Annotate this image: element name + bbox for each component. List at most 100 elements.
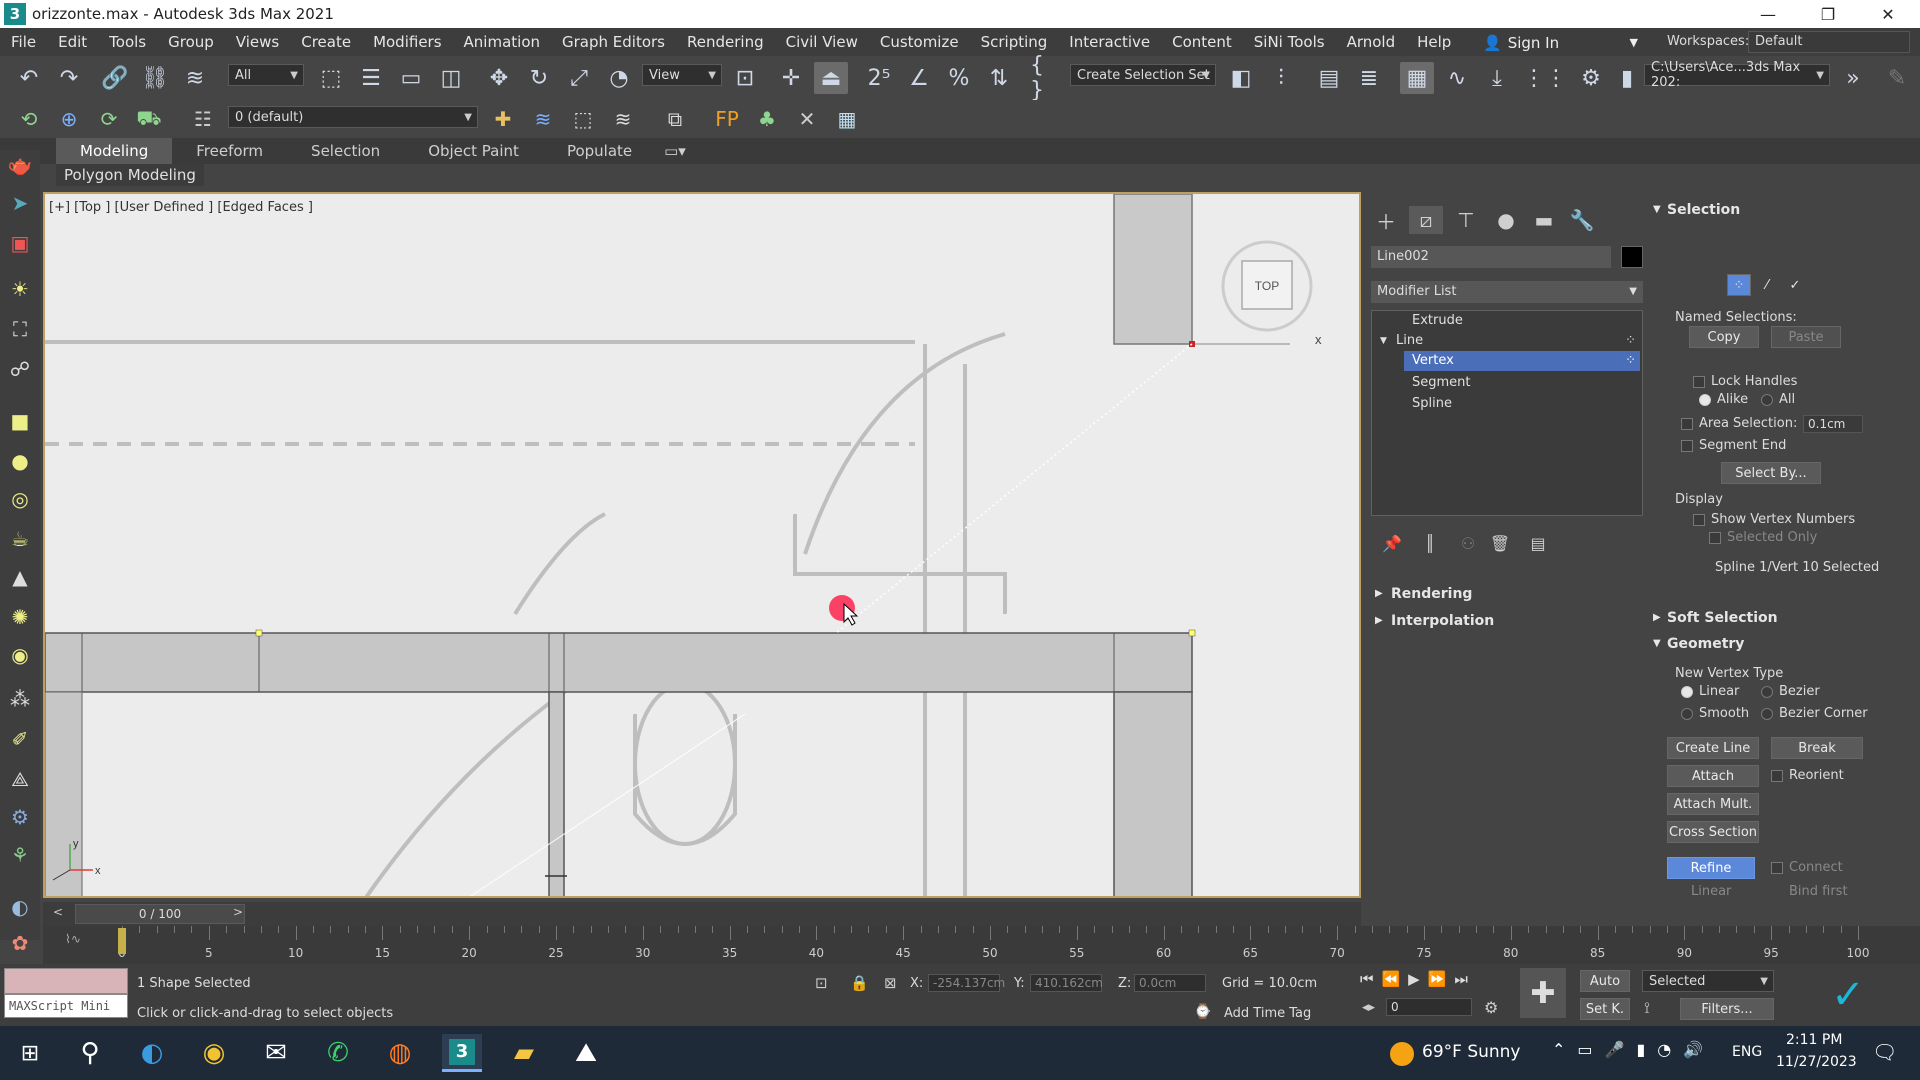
isolate-icon[interactable]: ⊡ xyxy=(815,974,828,992)
fp-icon[interactable]: FP xyxy=(710,104,744,134)
menu-rendering[interactable]: Rendering xyxy=(676,33,775,51)
ribbon-tab-object-paint[interactable]: Object Paint xyxy=(404,138,543,164)
layer-explorer-icon[interactable]: ≣ xyxy=(1352,62,1386,94)
menu-views[interactable]: Views xyxy=(225,33,290,51)
cone-icon[interactable]: ▲ xyxy=(4,562,36,592)
edge-icon[interactable]: ◐ xyxy=(132,1034,172,1072)
select-object-icon[interactable]: ⬚ xyxy=(314,62,348,94)
wall-right[interactable] xyxy=(1113,691,1193,898)
set-key-button[interactable]: Set K. xyxy=(1580,998,1630,1020)
search-icon[interactable]: ⚲ xyxy=(70,1034,110,1072)
close-button[interactable]: ✕ xyxy=(1860,0,1916,28)
area-selection-checkbox[interactable] xyxy=(1681,418,1693,430)
sketch-icon[interactable]: ✎ xyxy=(1880,62,1914,94)
menu-modifiers[interactable]: Modifiers xyxy=(362,33,452,51)
configure-sets-icon[interactable]: ▤ xyxy=(1521,529,1555,557)
spline-mode-button[interactable]: ✓ xyxy=(1783,274,1807,296)
ribbon-tab-modeling[interactable]: Modeling xyxy=(56,138,173,164)
track-bar[interactable]: ⌇∿ 0510152025303540455055606570758085909… xyxy=(43,926,1920,964)
chrome-icon[interactable]: ◉ xyxy=(194,1034,234,1072)
set-key-big-icon[interactable]: ✚ xyxy=(1520,968,1566,1018)
display-tab-icon[interactable]: ▬ xyxy=(1527,206,1561,234)
key-filter-dropdown[interactable]: Selected ▼ xyxy=(1642,970,1774,992)
segment-end-checkbox[interactable] xyxy=(1681,440,1693,452)
tools-icon[interactable]: ✕ xyxy=(790,104,824,134)
z-coord-field[interactable]: 0.0cm xyxy=(1134,974,1206,992)
time-slider-thumb[interactable]: 0 / 100 xyxy=(75,904,245,924)
lock-icon[interactable]: 🔒 xyxy=(850,974,869,992)
undo-icon[interactable]: ↶ xyxy=(12,62,46,94)
make-unique-icon[interactable]: ⚇ xyxy=(1451,529,1485,557)
palette-icon[interactable]: ✿ xyxy=(4,928,36,958)
alike-radio[interactable] xyxy=(1699,394,1711,406)
menu-animation[interactable]: Animation xyxy=(453,33,551,51)
ribbon-tab-selection[interactable]: Selection xyxy=(287,138,404,164)
wall-middle[interactable] xyxy=(548,691,565,898)
spinner-snap-icon[interactable]: ⇅ xyxy=(982,62,1016,94)
copy-button[interactable]: Copy xyxy=(1689,326,1759,348)
menu-edit[interactable]: Edit xyxy=(47,33,98,51)
stack-item-segment[interactable]: Segment xyxy=(1372,373,1642,393)
layer-properties-icon[interactable]: ≋ xyxy=(606,104,640,134)
layers-icon[interactable]: ☷ xyxy=(186,104,220,134)
grass-icon[interactable]: ⚘ xyxy=(4,840,36,870)
weather-text[interactable]: 69°F Sunny xyxy=(1422,1042,1521,1062)
cameras-icon[interactable]: ⛶ xyxy=(4,314,36,344)
time-config-icon[interactable]: ⚙ xyxy=(1484,998,1498,1017)
create-layer-icon[interactable]: ✚ xyxy=(486,104,520,134)
absolute-mode-icon[interactable]: ⊠ xyxy=(884,974,897,992)
connect-checkbox[interactable] xyxy=(1771,862,1783,874)
selection-rollout-header[interactable]: ▼ Selection xyxy=(1651,198,1909,222)
clock-date[interactable]: 11/27/2023 xyxy=(1776,1054,1857,1070)
interpolation-rollout[interactable]: ▶ Interpolation xyxy=(1371,609,1643,633)
bone-icon[interactable]: ⟁ xyxy=(4,764,36,794)
select-by-name-icon[interactable]: ☰ xyxy=(354,62,388,94)
playback-controls[interactable]: ⏮⏪▶⏩⏭ xyxy=(1360,970,1476,988)
ribbon-toggle-icon[interactable]: ▦ xyxy=(1400,62,1434,94)
civil-view-icon[interactable]: ⟲ xyxy=(12,104,46,134)
camera-icon[interactable]: ▣ xyxy=(4,228,36,258)
batch-icon[interactable]: ⛟ xyxy=(132,104,166,134)
select-layer-icon[interactable]: ⬚ xyxy=(566,104,600,134)
timeline-current-frame[interactable] xyxy=(118,928,126,954)
vertex-mode-button[interactable]: ⁘ xyxy=(1727,274,1751,296)
object-name-field[interactable]: Line002 xyxy=(1371,246,1611,268)
bezier-corner-radio[interactable] xyxy=(1761,708,1773,720)
current-frame-field[interactable]: 0 xyxy=(1386,998,1472,1016)
linear-radio[interactable] xyxy=(1681,686,1693,698)
selection-filter-dropdown[interactable]: All ▼ xyxy=(228,64,304,86)
ribbon-tab-freeform[interactable]: Freeform xyxy=(172,138,287,164)
move-icon[interactable]: ✥ xyxy=(482,62,516,94)
prev-frame-arrow-icon[interactable]: < xyxy=(53,905,63,919)
notifications-icon[interactable]: 🗨 xyxy=(1872,1040,1897,1064)
3dsmax-taskbar-icon[interactable]: 3 xyxy=(442,1034,482,1072)
select-manipulate-icon[interactable]: ✛ xyxy=(774,62,808,94)
curve-editor-mini-icon[interactable]: ⌇∿ xyxy=(65,932,81,946)
dope-sheet-icon[interactable]: ⤓ xyxy=(1480,62,1514,94)
minimize-button[interactable]: — xyxy=(1740,0,1796,28)
soft-selection-rollout-header[interactable]: ▶ Soft Selection xyxy=(1651,606,1909,630)
gear-icon[interactable]: ⚙ xyxy=(4,802,36,832)
align-icon[interactable]: ⫶ xyxy=(1264,62,1298,94)
workspace-dropdown[interactable]: Default xyxy=(1748,31,1910,53)
maximize-button[interactable]: ❐ xyxy=(1800,0,1856,28)
menu-interactive[interactable]: Interactive xyxy=(1058,33,1161,51)
menu-civil-view[interactable]: Civil View xyxy=(775,33,869,51)
show-end-result-icon[interactable]: ║ xyxy=(1413,529,1447,557)
curve-editor-icon[interactable]: ∿ xyxy=(1440,62,1474,94)
stack-item-line[interactable]: ▼ Line ⁘ xyxy=(1372,331,1642,351)
asset-icon[interactable]: ⟳ xyxy=(92,104,126,134)
refine-button[interactable]: Refine xyxy=(1667,857,1755,879)
angle-snap-icon[interactable]: ∠ xyxy=(902,62,936,94)
time-slider-bar[interactable]: < 0 / 100 > xyxy=(43,902,1361,926)
material-icon[interactable]: ◐ xyxy=(4,892,36,922)
segment-mode-button[interactable]: ⁄ xyxy=(1755,274,1779,296)
windows-start-icon[interactable]: ⊞ xyxy=(10,1034,50,1072)
scene-explorer-icon[interactable]: ▤ xyxy=(1312,62,1346,94)
add-time-tag-button[interactable]: Add Time Tag xyxy=(1224,1006,1311,1021)
top-viewport[interactable]: TOP x y x [+] [Top ] [User Defined ] [Ed… xyxy=(43,192,1361,898)
photos-icon[interactable]: ⛰ xyxy=(566,1034,606,1072)
viewport-label[interactable]: [+] [Top ] [User Defined ] [Edged Faces … xyxy=(49,200,313,215)
teapot2-icon[interactable]: ☕ xyxy=(4,524,36,554)
selected-only-checkbox[interactable] xyxy=(1709,532,1721,544)
